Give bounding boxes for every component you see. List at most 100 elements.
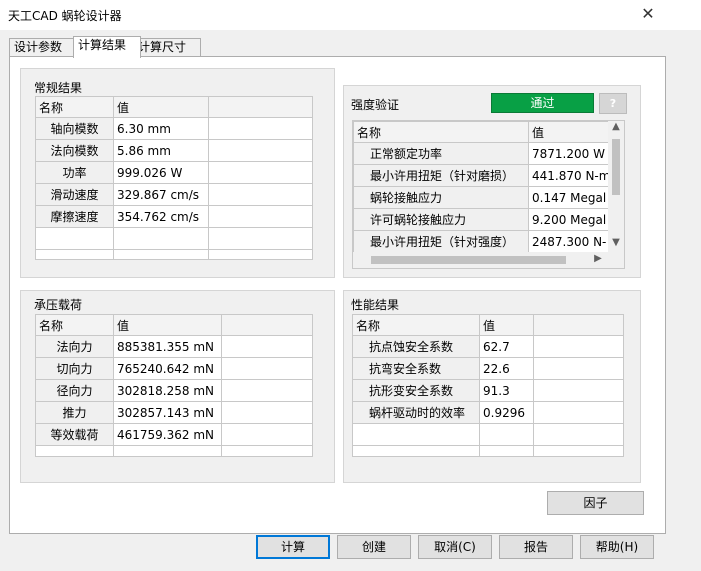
calculate-button[interactable]: 计算 [256, 535, 330, 559]
table-row[interactable]: 推力 302857.143 mN [35, 401, 313, 424]
row-empty [208, 183, 313, 206]
vertical-scrollbar[interactable]: ▲ ▼ [608, 121, 624, 252]
tab-design-params[interactable]: 设计参数 [9, 38, 77, 57]
row-label: 正常额定功率 [353, 142, 529, 165]
report-button[interactable]: 报告 [499, 535, 573, 559]
row-value: 91.3 [479, 379, 534, 402]
row-value: 62.7 [479, 335, 534, 358]
table-row[interactable]: 滑动速度 329.867 cm/s [35, 183, 313, 206]
table-row[interactable]: 功率 999.026 W [35, 161, 313, 184]
row-empty [221, 401, 313, 424]
row-label: 摩擦速度 [35, 205, 114, 228]
row-label: 切向力 [35, 357, 114, 380]
create-button[interactable]: 创建 [337, 535, 411, 559]
row-label: 法向力 [35, 335, 114, 358]
table-row[interactable]: 轴向模数 6.30 mm [35, 117, 313, 140]
table-row[interactable]: 正常额定功率 7871.200 W [353, 142, 624, 165]
table-row[interactable]: 摩擦速度 354.762 cm/s [35, 205, 313, 228]
table-row[interactable]: 最小许用扭矩（针对磨损） 441.870 N-m [353, 164, 624, 187]
table-row[interactable]: 许可蜗轮接触应力 9.200 Megal [353, 208, 624, 231]
row-label: 最小许用扭矩（针对磨损） [353, 164, 529, 187]
row-value: 999.026 W [113, 161, 209, 184]
table-row[interactable]: 抗形变安全系数 91.3 [352, 379, 624, 402]
vertical-scroll-thumb[interactable] [612, 139, 620, 195]
scroll-right-icon[interactable]: ▶ [590, 253, 606, 267]
column-header-name: 名称 [35, 314, 114, 336]
cancel-button[interactable]: 取消(C) [418, 535, 492, 559]
tab-calc-dimensions[interactable]: 计算尺寸 [133, 38, 201, 57]
row-label: 最小许用扭矩（针对强度） [353, 230, 529, 253]
table-row[interactable]: 蜗轮接触应力 0.147 Megal [353, 186, 624, 209]
row-empty [221, 335, 313, 358]
regular-results-title: 常规结果 [34, 81, 83, 95]
load-title: 承压载荷 [34, 298, 83, 312]
column-header-empty [208, 96, 313, 118]
row-value: 22.6 [479, 357, 534, 380]
factor-button[interactable]: 因子 [547, 491, 644, 515]
row-empty [533, 357, 624, 380]
row-value: 765240.642 mN [113, 357, 222, 380]
row-label: 推力 [35, 401, 114, 424]
table-row-empty [352, 445, 624, 457]
row-label: 抗点蚀安全系数 [352, 335, 480, 358]
table-header: 名称 值 [35, 96, 313, 118]
table-row[interactable]: 法向模数 5.86 mm [35, 139, 313, 162]
title-bar: 天工CAD 蜗轮设计器 ✕ [0, 0, 701, 30]
row-value: 5.86 mm [113, 139, 209, 162]
row-value: 6.30 mm [113, 117, 209, 140]
row-value: 354.762 cm/s [113, 205, 209, 228]
row-empty [208, 205, 313, 228]
performance-table: 名称 值 抗点蚀安全系数 62.7 抗弯安全系数 22.6 抗形变安全系数 91… [352, 314, 624, 457]
row-empty [221, 379, 313, 402]
help-button[interactable]: 帮助(H) [580, 535, 654, 559]
row-label: 蜗轮接触应力 [353, 186, 529, 209]
column-header-empty [221, 314, 313, 336]
column-header-value: 值 [113, 96, 209, 118]
strength-table: 名称 值 正常额定功率 7871.200 W 最小许用扭矩（针对磨损） 441.… [353, 121, 624, 253]
row-label: 抗形变安全系数 [352, 379, 480, 402]
table-row[interactable]: 抗点蚀安全系数 62.7 [352, 335, 624, 358]
tab-calc-results[interactable]: 计算结果 [73, 36, 141, 58]
horizontal-scroll-thumb[interactable] [371, 256, 566, 264]
row-label: 许可蜗轮接触应力 [353, 208, 529, 231]
table-row[interactable]: 径向力 302818.258 mN [35, 379, 313, 402]
table-row-empty [35, 227, 313, 250]
scroll-up-icon[interactable]: ▲ [608, 121, 624, 135]
row-value: 302818.258 mN [113, 379, 222, 402]
table-row[interactable]: 最小许用扭矩（针对强度） 2487.300 N- [353, 230, 624, 253]
row-empty [533, 401, 624, 424]
strength-list[interactable]: 名称 值 正常额定功率 7871.200 W 最小许用扭矩（针对磨损） 441.… [352, 120, 625, 269]
row-value: 329.867 cm/s [113, 183, 209, 206]
row-label: 法向模数 [35, 139, 114, 162]
close-icon[interactable]: ✕ [636, 2, 660, 26]
load-table: 名称 值 法向力 885381.355 mN 切向力 765240.642 mN… [35, 314, 313, 457]
table-row[interactable]: 抗弯安全系数 22.6 [352, 357, 624, 380]
strength-help-button[interactable]: ? [599, 93, 627, 114]
row-value: 461759.362 mN [113, 423, 222, 446]
table-header: 名称 值 [353, 121, 624, 143]
scroll-down-icon[interactable]: ▼ [608, 237, 624, 251]
performance-title: 性能结果 [351, 298, 400, 312]
row-empty [208, 161, 313, 184]
column-header-name: 名称 [353, 121, 529, 143]
row-value: 885381.355 mN [113, 335, 222, 358]
table-row[interactable]: 法向力 885381.355 mN [35, 335, 313, 358]
table-row[interactable]: 等效载荷 461759.362 mN [35, 423, 313, 446]
table-header: 名称 值 [352, 314, 624, 336]
pass-status-badge: 通过 [491, 93, 594, 113]
row-label: 滑动速度 [35, 183, 114, 206]
table-row[interactable]: 切向力 765240.642 mN [35, 357, 313, 380]
horizontal-scrollbar[interactable]: ▶ [353, 252, 624, 268]
table-row-empty [35, 249, 313, 260]
column-header-name: 名称 [352, 314, 480, 336]
row-value: 302857.143 mN [113, 401, 222, 424]
regular-results-table: 名称 值 轴向模数 6.30 mm 法向模数 5.86 mm 功率 999.02… [35, 96, 313, 260]
table-header: 名称 值 [35, 314, 313, 336]
row-label: 功率 [35, 161, 114, 184]
row-empty [208, 117, 313, 140]
table-row[interactable]: 蜗杆驱动时的效率 0.9296 [352, 401, 624, 424]
row-empty [221, 357, 313, 380]
row-label: 抗弯安全系数 [352, 357, 480, 380]
row-label: 蜗杆驱动时的效率 [352, 401, 480, 424]
window-title: 天工CAD 蜗轮设计器 [8, 9, 122, 23]
